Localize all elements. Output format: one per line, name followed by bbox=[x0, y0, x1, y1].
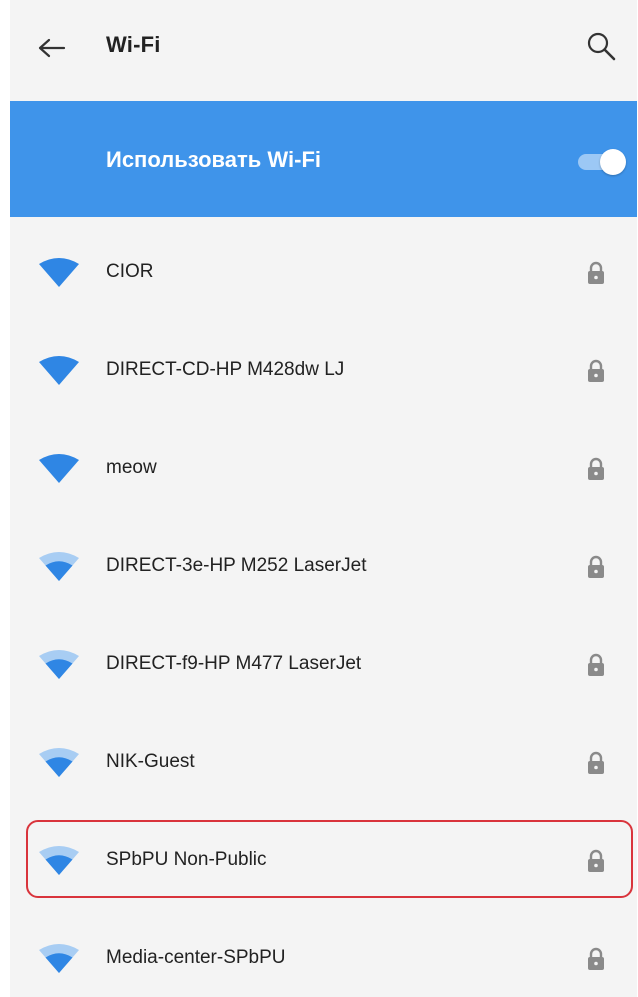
network-row[interactable]: NIK-Guest bbox=[10, 714, 637, 812]
wifi-settings-screen: Wi-Fi Использовать Wi-Fi CIOR DIRECT-CD-… bbox=[10, 0, 637, 997]
wifi-signal-medium-icon bbox=[39, 944, 79, 973]
network-row[interactable]: Media-center-SPbPU bbox=[10, 910, 637, 997]
lock-icon bbox=[588, 457, 604, 480]
network-list: CIOR DIRECT-CD-HP M428dw LJ meow DIRECT-… bbox=[10, 224, 637, 997]
wifi-signal-full-icon bbox=[39, 356, 79, 385]
wifi-signal-medium-icon bbox=[39, 650, 79, 679]
network-name: meow bbox=[106, 457, 157, 478]
network-row[interactable]: meow bbox=[10, 420, 637, 518]
use-wifi-label: Использовать Wi-Fi bbox=[106, 147, 321, 172]
wifi-signal-medium-icon bbox=[39, 748, 79, 777]
network-row[interactable]: DIRECT-f9-HP M477 LaserJet bbox=[10, 616, 637, 714]
search-button[interactable] bbox=[579, 24, 625, 70]
lock-icon bbox=[588, 849, 604, 872]
wifi-signal-full-icon bbox=[39, 454, 79, 483]
network-name: Media-center-SPbPU bbox=[106, 947, 286, 968]
toggle-thumb bbox=[600, 149, 626, 175]
lock-icon bbox=[588, 653, 604, 676]
lock-icon bbox=[588, 751, 604, 774]
page-title: Wi-Fi bbox=[106, 32, 161, 57]
network-name: SPbPU Non-Public bbox=[106, 849, 267, 870]
wifi-signal-medium-icon bbox=[39, 552, 79, 581]
network-name: DIRECT-f9-HP M477 LaserJet bbox=[106, 653, 362, 674]
back-button[interactable] bbox=[32, 28, 72, 68]
network-name: CIOR bbox=[106, 261, 154, 282]
app-bar: Wi-Fi bbox=[10, 0, 637, 100]
network-row[interactable]: DIRECT-3e-HP M252 LaserJet bbox=[10, 518, 637, 616]
lock-icon bbox=[588, 947, 604, 970]
network-name: NIK-Guest bbox=[106, 751, 195, 772]
lock-icon bbox=[588, 359, 604, 382]
search-icon bbox=[587, 32, 616, 61]
network-row[interactable]: DIRECT-CD-HP M428dw LJ bbox=[10, 322, 637, 420]
lock-icon bbox=[588, 261, 604, 284]
lock-icon bbox=[588, 555, 604, 578]
wifi-toggle[interactable] bbox=[572, 147, 628, 177]
wifi-signal-medium-icon bbox=[39, 846, 79, 875]
use-wifi-switch-row[interactable]: Использовать Wi-Fi bbox=[10, 101, 637, 217]
network-name: DIRECT-3e-HP M252 LaserJet bbox=[106, 555, 367, 576]
wifi-signal-full-icon bbox=[39, 258, 79, 287]
arrow-left-icon bbox=[38, 38, 66, 58]
network-row[interactable]: SPbPU Non-Public bbox=[10, 812, 637, 910]
network-row[interactable]: CIOR bbox=[10, 224, 637, 322]
network-name: DIRECT-CD-HP M428dw LJ bbox=[106, 359, 345, 380]
